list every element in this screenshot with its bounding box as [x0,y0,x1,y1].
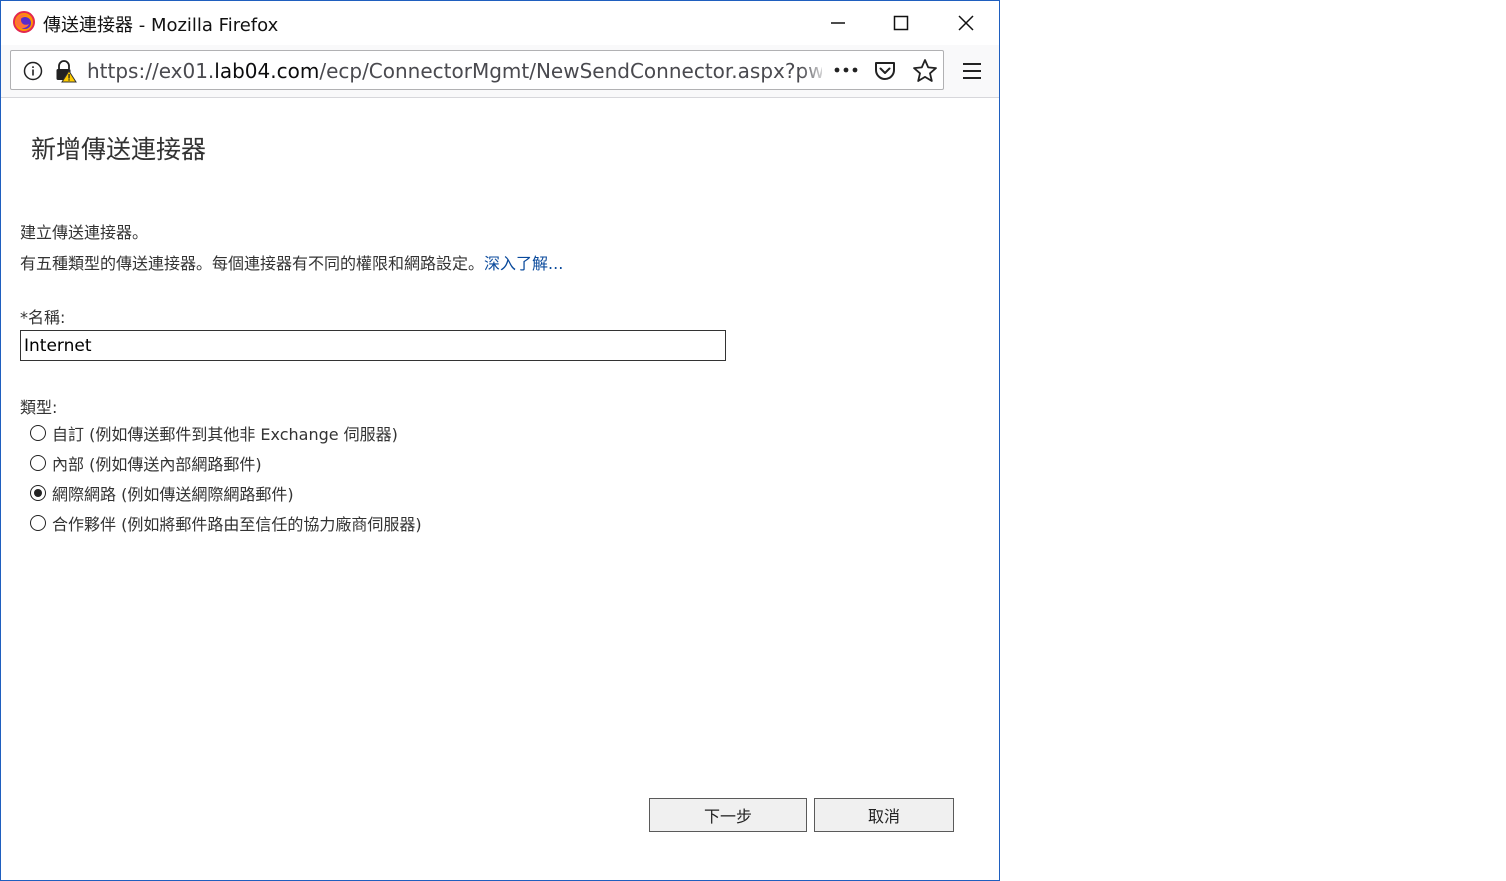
minimize-icon [830,15,846,31]
close-button[interactable] [934,1,998,45]
type-option-internal[interactable]: 內部 (例如傳送內部網路郵件) [30,452,262,474]
type-option-partner[interactable]: 合作夥伴 (例如將郵件路由至信任的協力廠商伺服器) [30,512,422,534]
maximize-button[interactable] [869,1,933,45]
radio-selected-dot [34,489,42,497]
radio-internet[interactable] [30,485,46,501]
radio-custom[interactable] [30,425,46,441]
next-button[interactable]: 下一步 [649,798,807,832]
firefox-logo-icon [13,11,35,33]
pocket-icon[interactable] [873,59,897,83]
title-bar: 傳送連接器 - Mozilla Firefox [1,1,999,45]
window-title: 傳送連接器 - Mozilla Firefox [43,15,279,36]
page-title: 新增傳送連接器 [31,135,207,164]
minimize-button[interactable] [806,1,870,45]
name-input[interactable] [20,330,726,361]
radio-internal[interactable] [30,455,46,471]
url-prefix: https://ex01. [87,59,215,83]
url-fade [801,55,829,85]
type-option-label: 自訂 (例如傳送郵件到其他非 Exchange 伺服器) [52,425,398,444]
url-host: lab04.com [214,59,320,83]
type-option-custom[interactable]: 自訂 (例如傳送郵件到其他非 Exchange 伺服器) [30,422,398,444]
description-line-1: 建立傳送連接器。 [20,223,149,242]
type-option-label: 合作夥伴 (例如將郵件路由至信任的協力廠商伺服器) [52,515,422,534]
type-option-internet[interactable]: 網際網路 (例如傳送網際網路郵件) [30,482,294,504]
insecure-lock-icon[interactable] [53,59,77,83]
page-actions-icon[interactable] [833,57,859,83]
description-line-2: 有五種類型的傳送連接器。每個連接器有不同的權限和網路設定。深入了解... [20,250,563,274]
cancel-button[interactable]: 取消 [814,798,954,832]
radio-partner[interactable] [30,515,46,531]
close-icon [957,14,975,32]
url-bar[interactable]: https://ex01.lab04.com/ecp/ConnectorMgmt… [10,50,944,90]
bookmark-star-icon[interactable] [912,58,938,84]
type-option-label: 內部 (例如傳送內部網路郵件) [52,455,262,474]
name-label: *名稱: [20,308,66,327]
browser-window: 傳送連接器 - Mozilla Firefox https://ex01.lab… [0,0,1000,881]
type-label: 類型: [20,398,58,417]
learn-more-link[interactable]: 深入了解... [484,254,563,273]
url-text[interactable]: https://ex01.lab04.com/ecp/ConnectorMgmt… [87,59,822,83]
maximize-icon [893,15,909,31]
hamburger-menu-icon[interactable] [959,58,985,84]
type-option-label: 網際網路 (例如傳送網際網路郵件) [52,485,294,504]
url-path: /ecp/ConnectorMgmt/NewSendConnector.aspx… [319,59,822,83]
navigation-bar: https://ex01.lab04.com/ecp/ConnectorMgmt… [1,45,999,98]
info-icon[interactable] [23,61,43,81]
description-text: 有五種類型的傳送連接器。每個連接器有不同的權限和網路設定。 [20,254,485,273]
